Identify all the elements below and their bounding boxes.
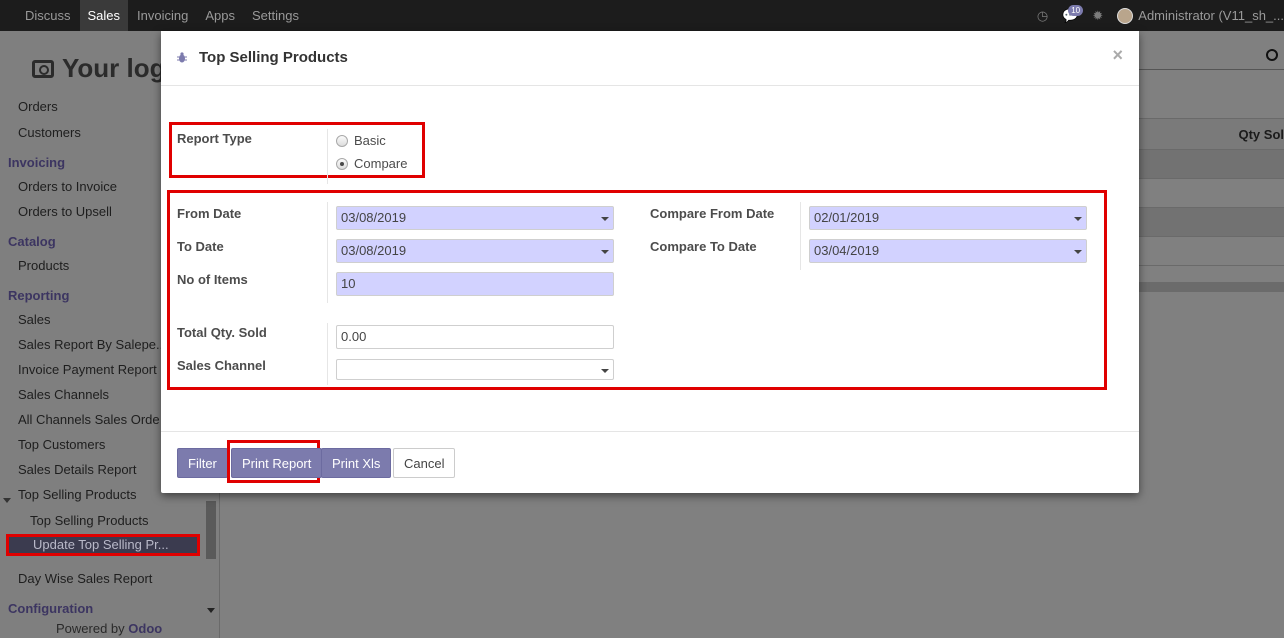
divider: [800, 202, 801, 270]
sidebar-section-invoicing: Invoicing: [8, 155, 66, 170]
divider: [327, 129, 328, 184]
to-date-label: To Date: [177, 239, 224, 254]
navbar-systray: ◷ 💬10 ✹ Administrator (V11_sh_...: [1037, 0, 1284, 31]
sidebar-item-all-channels-sales-orders[interactable]: All Channels Sales Orde: [18, 412, 160, 427]
no-of-items-field[interactable]: 10: [336, 272, 614, 296]
nav-sales[interactable]: Sales: [79, 0, 129, 31]
company-logo: Your log: [32, 53, 166, 84]
search-icon[interactable]: [1266, 49, 1278, 61]
top-navbar: Discuss Sales Invoicing Apps Settings ◷ …: [0, 0, 1284, 31]
user-menu[interactable]: Administrator (V11_sh_...: [1138, 8, 1284, 23]
close-icon[interactable]: ×: [1112, 45, 1123, 66]
clock-icon[interactable]: ◷: [1037, 8, 1048, 24]
sidebar-item-top-selling-products-sub[interactable]: Top Selling Products: [30, 513, 149, 528]
dropdown-arrow-icon[interactable]: [601, 250, 609, 254]
radio-compare-input[interactable]: [336, 157, 348, 170]
sidebar-item-sales-report-by-salesperson[interactable]: Sales Report By Salepe...: [18, 337, 167, 352]
radio-basic-input[interactable]: [336, 134, 348, 147]
dropdown-arrow-icon[interactable]: [1074, 217, 1082, 221]
print-report-button[interactable]: Print Report: [231, 448, 323, 478]
sales-channel-label: Sales Channel: [177, 358, 266, 373]
total-qty-sold-label: Total Qty. Sold: [177, 325, 267, 340]
bug-icon: [177, 52, 187, 63]
chat-icon[interactable]: 💬10: [1062, 4, 1084, 24]
dropdown-arrow-icon[interactable]: [601, 369, 609, 373]
filter-button[interactable]: Filter: [177, 448, 228, 478]
divider: [327, 323, 328, 385]
sidebar-item-sales[interactable]: Sales: [18, 312, 51, 327]
table-row[interactable]: [1138, 237, 1284, 266]
horizontal-scrollbar[interactable]: [1138, 282, 1284, 292]
table-row[interactable]: [1138, 179, 1284, 208]
bug-icon[interactable]: ✹: [1092, 8, 1103, 24]
sidebar-section-reporting: Reporting: [8, 288, 70, 303]
sidebar-item-sales-details-report[interactable]: Sales Details Report: [18, 462, 137, 477]
dropdown-arrow-icon[interactable]: [1074, 250, 1082, 254]
sidebar-item-update-top-selling[interactable]: Update Top Selling Pr...: [6, 534, 200, 556]
compare-to-date-field[interactable]: 03/04/2019: [809, 239, 1087, 263]
compare-to-date-label: Compare To Date: [650, 239, 757, 254]
sidebar-item-customers[interactable]: Customers: [18, 125, 81, 140]
powered-by: Powered by Odoo: [56, 621, 163, 636]
nav-discuss[interactable]: Discuss: [17, 0, 79, 31]
sidebar-item-day-wise-sales-report[interactable]: Day Wise Sales Report: [18, 571, 152, 586]
radio-basic-label: Basic: [354, 133, 386, 148]
sidebar-item-orders-to-invoice[interactable]: Orders to Invoice: [18, 179, 117, 194]
sidebar-item-orders-to-upsell[interactable]: Orders to Upsell: [18, 204, 112, 219]
cancel-button[interactable]: Cancel: [393, 448, 456, 478]
dropdown-arrow-icon[interactable]: [601, 217, 609, 221]
avatar[interactable]: [1117, 7, 1134, 24]
nav-apps[interactable]: Apps: [197, 0, 243, 31]
sidebar-item-top-customers[interactable]: Top Customers: [18, 437, 105, 452]
odoo-link[interactable]: Odoo: [128, 621, 162, 636]
total-qty-sold-field[interactable]: 0.00: [336, 325, 614, 349]
table-header: Qty Sol: [1138, 118, 1284, 150]
caret-down-icon: [3, 498, 11, 503]
nav-invoicing[interactable]: Invoicing: [129, 0, 196, 31]
to-date-field[interactable]: 03/08/2019: [336, 239, 614, 263]
divider: [327, 202, 328, 303]
sidebar-scrollbar[interactable]: [206, 501, 216, 559]
sidebar-section-catalog: Catalog: [8, 234, 56, 249]
print-xls-button[interactable]: Print Xls: [321, 448, 392, 478]
sales-channel-select[interactable]: [336, 359, 614, 380]
radio-basic[interactable]: Basic: [336, 133, 386, 148]
from-date-field[interactable]: 03/08/2019: [336, 206, 614, 230]
nav-settings[interactable]: Settings: [244, 0, 307, 31]
dialog-title: Top Selling Products: [199, 49, 348, 66]
compare-from-date-label: Compare From Date: [650, 206, 775, 221]
from-date-label: From Date: [177, 206, 242, 221]
radio-compare-label: Compare: [354, 156, 408, 171]
sidebar-item-invoice-payment-report[interactable]: Invoice Payment Report: [18, 362, 157, 377]
column-header-qty-sold[interactable]: Qty Sol: [1238, 127, 1284, 142]
report-type-label: Report Type: [177, 131, 252, 146]
search-bar[interactable]: [1138, 44, 1284, 70]
scroll-down-icon[interactable]: [207, 608, 215, 613]
table-row[interactable]: [1138, 208, 1284, 237]
no-of-items-label: No of Items: [177, 272, 248, 287]
sidebar-section-configuration: Configuration: [8, 601, 94, 616]
sidebar-item-orders[interactable]: Orders: [18, 99, 58, 114]
table-row[interactable]: [1138, 150, 1284, 179]
dialog-header: Top Selling Products ×: [161, 31, 1139, 86]
sidebar-item-sales-channels[interactable]: Sales Channels: [18, 387, 109, 402]
camera-icon: [32, 60, 54, 78]
radio-compare[interactable]: Compare: [336, 156, 407, 171]
message-count-badge: 10: [1068, 4, 1084, 16]
top-selling-products-dialog: Top Selling Products × Report Type Basic…: [161, 31, 1139, 493]
sidebar-item-top-selling-products[interactable]: Top Selling Products: [18, 487, 137, 502]
sidebar-item-products[interactable]: Products: [18, 258, 69, 273]
compare-from-date-field[interactable]: 02/01/2019: [809, 206, 1087, 230]
